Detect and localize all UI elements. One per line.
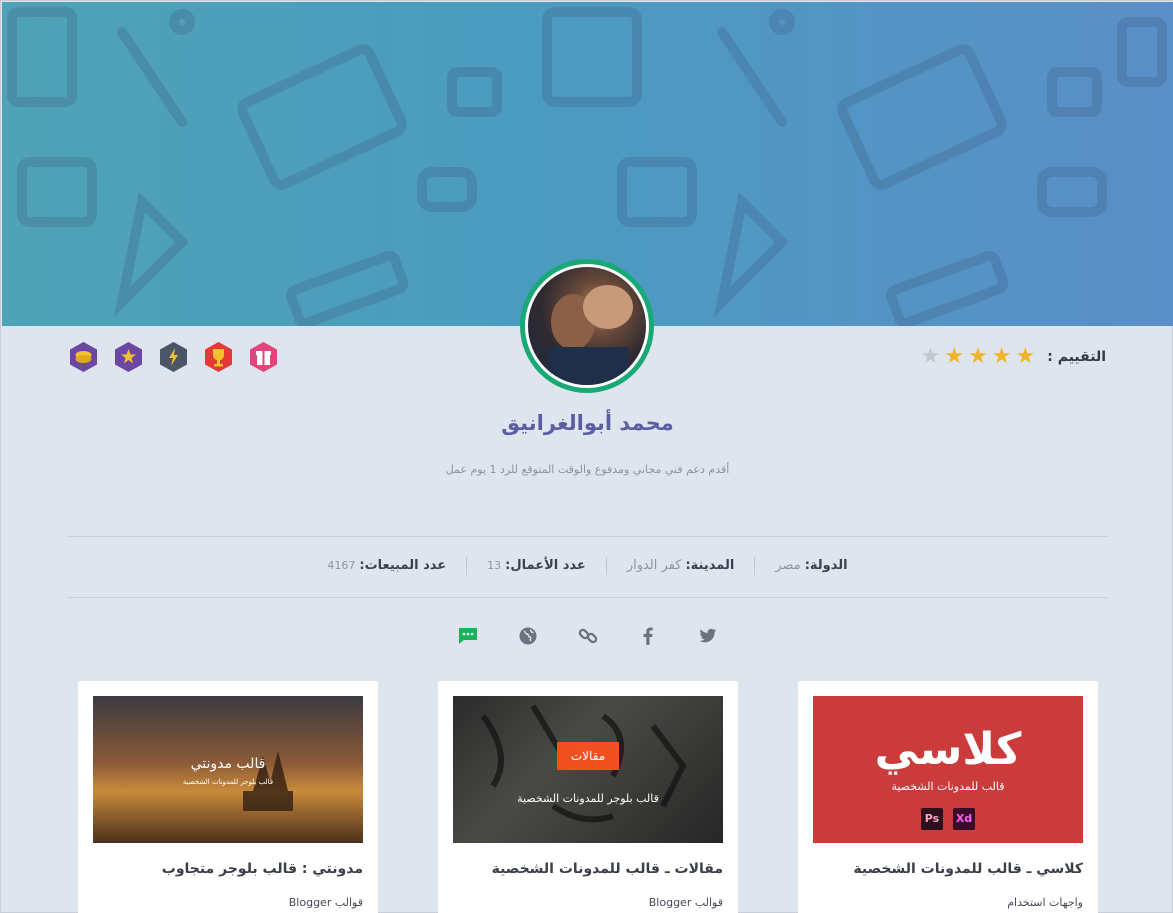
stat-country: الدولة:مصر	[754, 557, 867, 575]
facebook-icon[interactable]	[636, 624, 660, 648]
rating-stars: ★ ★ ★ ★ ★	[921, 346, 1036, 368]
product-thumbnail[interactable]: كلاسي قالب للمدونات الشخصية Ps Xd	[813, 696, 1083, 843]
stat-sales: عدد المبيعات:4167	[307, 557, 466, 575]
profile-stats: الدولة:مصر المدينة:كفر الدوار عدد الأعما…	[1, 557, 1173, 575]
thumb-badge: مقالات	[557, 742, 619, 770]
stat-value: مصر	[775, 558, 801, 573]
gift-badge-icon[interactable]	[249, 341, 278, 373]
stat-value: كفر الدوار	[626, 558, 682, 573]
thumb-subtitle: قالب للمدونات الشخصية	[891, 780, 1005, 793]
product-thumbnail[interactable]: قالب مدونتي قالب بلوجر للمدونات الشخصية	[93, 696, 363, 843]
product-title[interactable]: كلاسي ـ قالب للمدونات الشخصية	[853, 861, 1083, 877]
rating-label: التقييم :	[1047, 349, 1106, 365]
link-icon[interactable]	[576, 624, 600, 648]
stat-value: 13	[487, 559, 502, 572]
product-card[interactable]: كلاسي قالب للمدونات الشخصية Ps Xd كلاسي …	[798, 681, 1098, 913]
divider	[67, 597, 1108, 598]
thumb-heading: قالب مدونتي	[190, 756, 266, 772]
product-card[interactable]: قالب مدونتي قالب بلوجر للمدونات الشخصية …	[78, 681, 378, 913]
stat-label: عدد الأعمال:	[505, 558, 586, 573]
product-category[interactable]: واجهات استخدام	[1007, 896, 1083, 909]
stat-works: عدد الأعمال:13	[466, 557, 606, 575]
product-card[interactable]: مقالات قالب بلوجر للمدونات الشخصية مقالا…	[438, 681, 738, 913]
xd-tag: Xd	[953, 808, 975, 830]
rating: التقييم : ★ ★ ★ ★ ★	[921, 346, 1106, 368]
stat-label: الدولة:	[804, 558, 848, 573]
thumb-subtitle: قالب بلوجر للمدونات الشخصية	[182, 778, 274, 786]
product-thumbnail[interactable]: مقالات قالب بلوجر للمدونات الشخصية	[453, 696, 723, 843]
star-filled-icon: ★	[944, 344, 965, 369]
stat-label: المدينة:	[685, 558, 735, 573]
stat-city: المدينة:كفر الدوار	[605, 557, 754, 575]
thumb-heading: كلاسي	[874, 724, 1022, 775]
thumb-subtitle: قالب بلوجر للمدونات الشخصية	[517, 792, 659, 805]
website-icon[interactable]	[516, 624, 540, 648]
coins-badge-icon[interactable]	[69, 341, 98, 373]
star-empty-icon: ★	[920, 344, 941, 369]
product-title[interactable]: مدونتي : قالب بلوجر متجاوب	[162, 861, 363, 877]
divider	[67, 536, 1108, 537]
star-filled-icon: ★	[991, 344, 1012, 369]
trophy-badge-icon[interactable]	[204, 341, 233, 373]
product-category[interactable]: قوالب Blogger	[289, 896, 363, 909]
profile-avatar[interactable]	[520, 259, 654, 393]
ps-tag: Ps	[921, 808, 943, 830]
avatar-photo	[548, 285, 633, 385]
badges	[69, 341, 278, 373]
twitter-icon[interactable]	[696, 624, 720, 648]
star-badge-icon[interactable]	[114, 341, 143, 373]
social-links	[1, 624, 1173, 648]
chat-icon[interactable]	[456, 624, 480, 648]
lightning-badge-icon[interactable]	[159, 341, 188, 373]
stat-label: عدد المبيعات:	[359, 558, 447, 573]
profile-name: محمد أبوالغرانيق	[501, 411, 674, 435]
product-title[interactable]: مقالات ـ قالب للمدونات الشخصية	[492, 861, 723, 877]
star-filled-icon: ★	[1015, 344, 1036, 369]
profile-bio: أقدم دعم فني مجاني ومدفوع والوقت المتوقع…	[445, 463, 730, 476]
star-filled-icon: ★	[968, 344, 988, 369]
stat-value: 4167	[327, 559, 356, 572]
product-category[interactable]: قوالب Blogger	[649, 896, 723, 909]
